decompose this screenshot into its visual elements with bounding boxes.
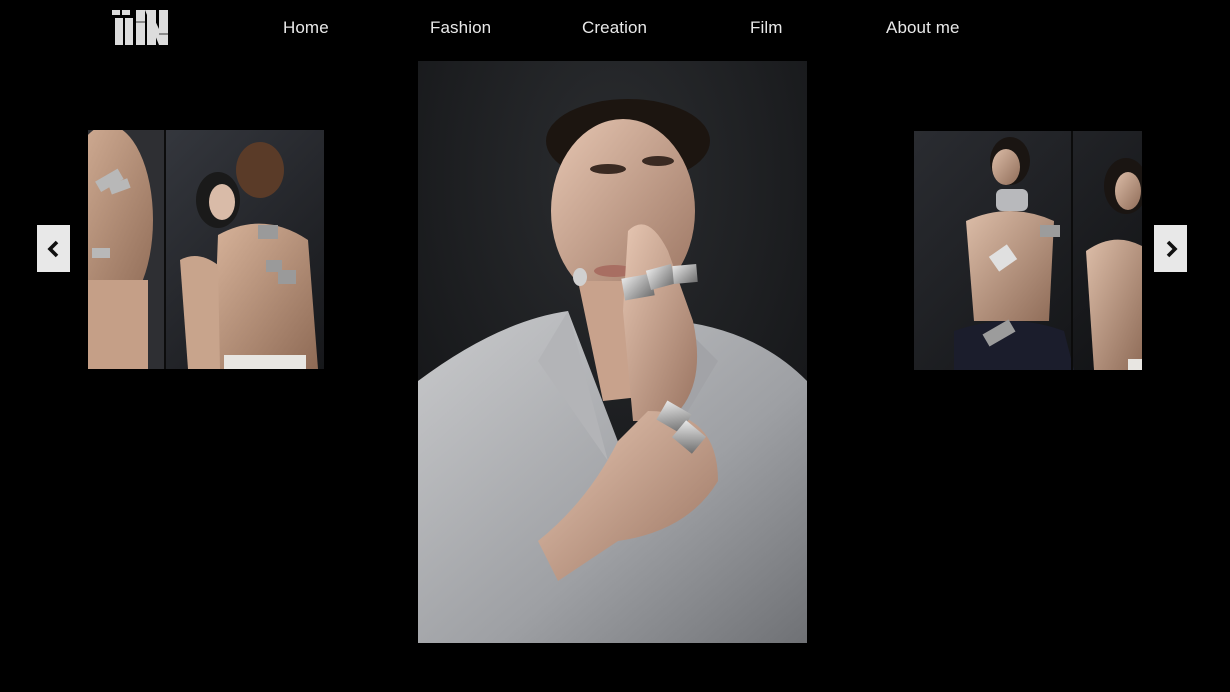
nav-fashion[interactable]: Fashion — [430, 18, 491, 38]
nav-about-me[interactable]: About me — [886, 18, 960, 38]
nav-home[interactable]: Home — [283, 18, 329, 38]
chevron-right-icon — [1166, 240, 1178, 257]
main-nav: Home Fashion Creation Film About me — [0, 0, 1230, 54]
nav-film[interactable]: Film — [750, 18, 783, 38]
carousel-photo-next[interactable] — [914, 131, 1142, 370]
nav-creation[interactable]: Creation — [582, 18, 647, 38]
carousel-next-button[interactable] — [1154, 225, 1187, 272]
page: Home Fashion Creation Film About me — [0, 0, 1230, 692]
carousel-photo-previous[interactable] — [88, 130, 324, 369]
carousel-photo-current[interactable] — [418, 61, 807, 643]
chevron-left-icon — [46, 240, 58, 257]
carousel-prev-button[interactable] — [37, 225, 70, 272]
